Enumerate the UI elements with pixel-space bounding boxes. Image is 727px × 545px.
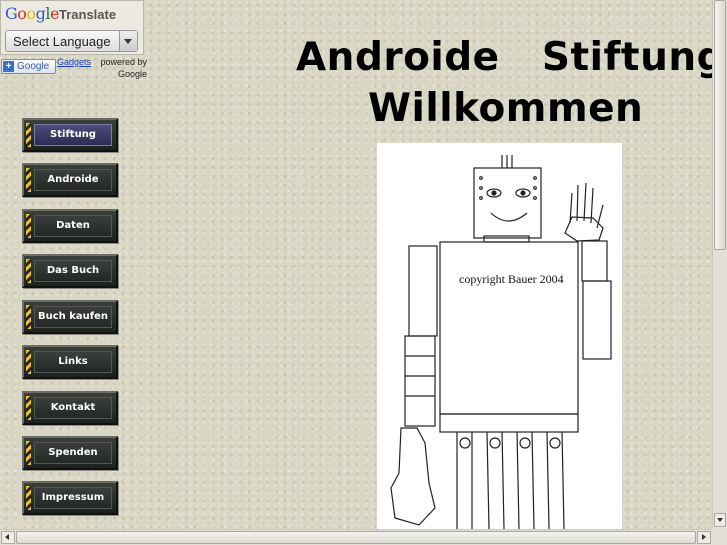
- nav-button-label: Stiftung: [34, 124, 112, 146]
- welcome-heading: Willkommen: [368, 86, 644, 131]
- add-google-button[interactable]: + Google: [1, 59, 56, 74]
- hazard-stripe-icon: [26, 305, 31, 329]
- hazard-stripe-icon: [26, 486, 31, 510]
- nav-button-label: Daten: [34, 215, 112, 237]
- hazard-stripe-icon: [26, 259, 31, 283]
- language-select-label: Select Language: [13, 34, 111, 49]
- plus-icon: +: [3, 61, 14, 72]
- google-logo-letter: G: [5, 4, 18, 23]
- scroll-down-button[interactable]: [714, 513, 726, 527]
- hazard-stripe-icon: [26, 168, 31, 192]
- nav-button-stiftung[interactable]: Stiftung: [22, 118, 118, 152]
- page-title: Androide Stiftung: [296, 35, 726, 80]
- horizontal-scroll-thumb[interactable]: [16, 531, 696, 544]
- nav-button-label: Androide: [34, 169, 112, 191]
- nav-button-kontakt[interactable]: Kontakt: [22, 391, 118, 425]
- nav-button-das-buch[interactable]: Das Buch: [22, 254, 118, 288]
- powered-by-text: Gadgets powered by Google: [57, 56, 147, 80]
- chevron-down-icon[interactable]: [119, 31, 137, 51]
- hazard-stripe-icon: [26, 214, 31, 238]
- scroll-left-button[interactable]: [1, 531, 15, 544]
- nav-button-label: Buch kaufen: [34, 306, 112, 328]
- vertical-scrollbar[interactable]: [712, 0, 727, 529]
- powered-by-google: Google: [117, 69, 147, 79]
- google-logo-letter: o: [26, 4, 36, 23]
- nav-button-label: Kontakt: [34, 397, 112, 419]
- vertical-scroll-thumb[interactable]: [714, 0, 726, 250]
- google-logo-letter: g: [35, 4, 46, 23]
- nav-button-daten[interactable]: Daten: [22, 209, 118, 243]
- scroll-right-button[interactable]: [697, 531, 711, 544]
- language-select[interactable]: Select Language: [5, 30, 138, 52]
- copyright-label: copyright Bauer 2004: [459, 272, 564, 286]
- nav-button-links[interactable]: Links: [22, 345, 118, 379]
- nav-button-label: Impressum: [34, 487, 112, 509]
- hazard-stripe-icon: [26, 441, 31, 465]
- google-logo: Google: [5, 4, 59, 23]
- nav-button-buch-kaufen[interactable]: Buch kaufen: [22, 300, 118, 334]
- robot-drawing: copyright Bauer 2004: [377, 143, 622, 529]
- gadgets-link[interactable]: Gadgets: [57, 56, 91, 68]
- hazard-stripe-icon: [26, 350, 31, 374]
- translate-label: Translate: [59, 7, 117, 22]
- add-google-label: Google: [17, 61, 50, 72]
- hazard-stripe-icon: [26, 396, 31, 420]
- powered-by-label: powered by: [100, 57, 147, 67]
- nav-button-spenden[interactable]: Spenden: [22, 436, 118, 470]
- nav-button-androide[interactable]: Androide: [22, 163, 118, 197]
- google-logo-letter: e: [49, 4, 59, 23]
- horizontal-scrollbar[interactable]: [0, 529, 712, 545]
- nav-button-impressum[interactable]: Impressum: [22, 481, 118, 515]
- google-translate-widget: Google Translate Select Language: [0, 0, 144, 55]
- hazard-stripe-icon: [26, 123, 31, 147]
- scrollbar-corner: [712, 529, 727, 545]
- nav-button-label: Spenden: [34, 442, 112, 464]
- nav-button-label: Links: [34, 351, 112, 373]
- robot-illustration: copyright Bauer 2004: [390, 155, 612, 529]
- nav-button-label: Das Buch: [34, 260, 112, 282]
